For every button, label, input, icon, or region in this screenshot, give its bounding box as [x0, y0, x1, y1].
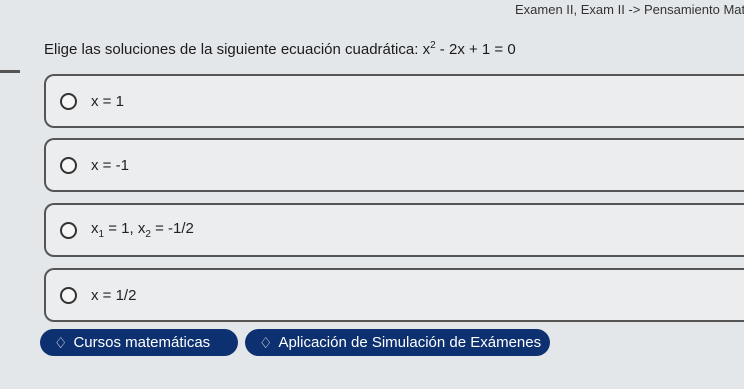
radio-button[interactable] [60, 156, 77, 174]
question-text: Elige las soluciones de la siguiente ecu… [44, 40, 516, 58]
answer-option-1[interactable]: x = 1 [44, 74, 744, 128]
divider [0, 70, 20, 73]
radio-button[interactable] [60, 92, 77, 110]
option-label: x1 = 1, x2 = -1/2 [91, 220, 194, 240]
option-label: x = -1 [91, 156, 129, 174]
tag-icon: ♢ [54, 334, 68, 352]
simulation-app-button[interactable]: ♢ Aplicación de Simulación de Exámenes [245, 329, 550, 356]
answer-option-3[interactable]: x1 = 1, x2 = -1/2 [44, 203, 744, 257]
answer-option-2[interactable]: x = -1 [44, 138, 744, 192]
breadcrumb[interactable]: Examen II, Exam II -> Pensamiento Mat [515, 2, 744, 17]
radio-button[interactable] [60, 221, 77, 239]
option-label: x = 1 [91, 92, 124, 110]
option-label: x = 1/2 [91, 286, 137, 304]
answer-option-4[interactable]: x = 1/2 [44, 268, 744, 322]
courses-button[interactable]: ♢ Cursos matemáticas [40, 329, 238, 356]
radio-button[interactable] [60, 286, 77, 304]
tag-icon: ♢ [259, 334, 273, 352]
